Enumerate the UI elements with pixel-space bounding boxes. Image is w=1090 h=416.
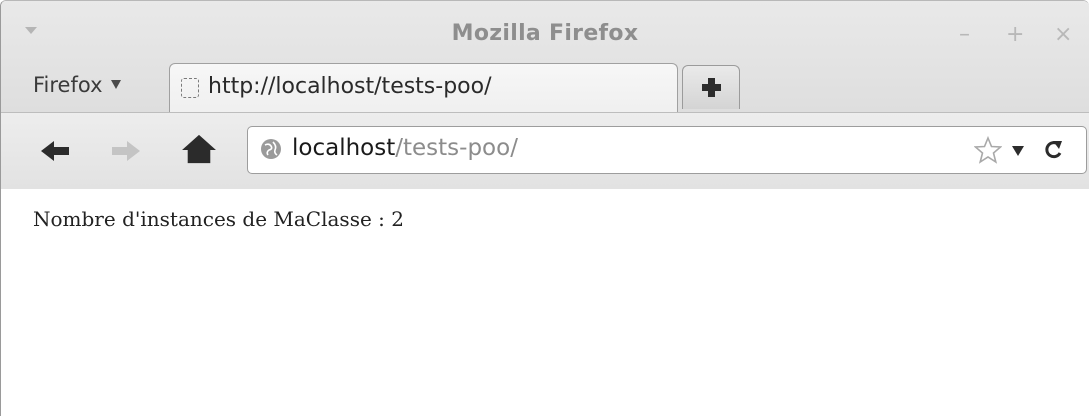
url-path: /tests-poo/ [395,135,518,161]
reload-icon[interactable] [1042,138,1066,162]
tab-active[interactable]: http://localhost/tests-poo/ [169,63,678,115]
browser-window: Mozilla Firefox – + × Firefox http://loc… [0,0,1089,416]
url-bar[interactable]: localhost/tests-poo/ [247,126,1087,174]
tab-strip: Firefox http://localhost/tests-poo/ [1,57,1089,115]
close-button[interactable]: × [1054,24,1072,46]
back-arrow-icon[interactable] [35,135,75,167]
page-content: Nombre d'instances de MaClasse : 2 [1,189,1089,416]
minimize-button[interactable]: – [959,24,970,46]
url-text[interactable]: localhost/tests-poo/ [292,135,518,161]
chevron-down-icon[interactable] [1012,146,1024,156]
forward-arrow-icon[interactable] [106,135,146,167]
browser-chrome: Mozilla Firefox – + × Firefox http://loc… [1,1,1089,189]
star-icon[interactable] [974,136,1002,164]
navigation-toolbar: localhost/tests-poo/ [1,112,1089,189]
window-title: Mozilla Firefox [451,21,639,46]
new-tab-button[interactable] [682,65,740,109]
firefox-menu-button[interactable]: Firefox [33,73,121,97]
title-bar[interactable]: Mozilla Firefox – + × [1,1,1089,57]
maximize-button[interactable]: + [1006,24,1024,46]
tab-label: http://localhost/tests-poo/ [208,74,492,99]
globe-icon [261,139,281,159]
page-placeholder-icon [181,78,199,98]
dropdown-arrow-icon [110,79,121,89]
url-host: localhost [292,135,396,161]
plus-icon-bar [702,84,721,91]
firefox-menu-label: Firefox [33,73,103,97]
page-text: Nombre d'instances de MaClasse : 2 [33,207,404,231]
home-icon[interactable] [179,133,219,165]
